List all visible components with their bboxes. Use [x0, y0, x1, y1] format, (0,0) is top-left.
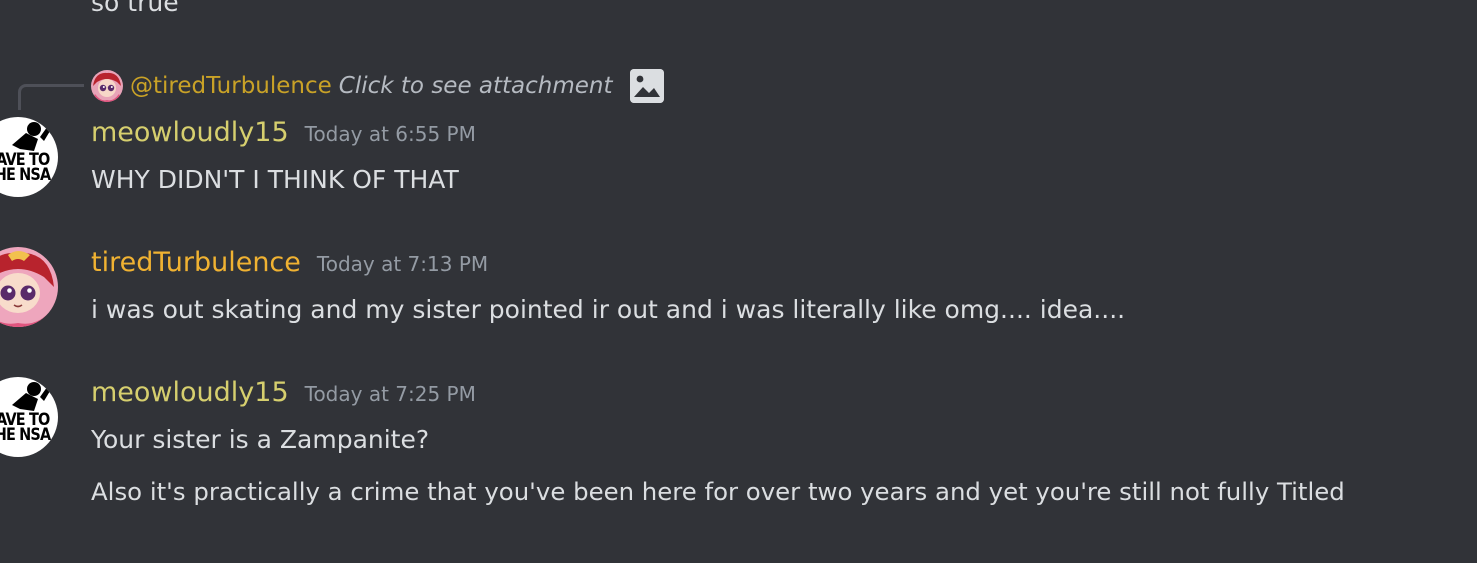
avatar-meowloudly15[interactable]: SAVE TOTHE NSA: [0, 377, 58, 457]
reply-avatar[interactable]: [91, 70, 123, 102]
message-text: Also it's practically a crime that you'v…: [91, 477, 1345, 506]
reply-attachment-link[interactable]: Click to see attachment: [339, 73, 613, 99]
avatar-text: SAVE TOTHE NSA: [0, 410, 51, 445]
username[interactable]: meowloudly15: [91, 377, 289, 408]
timestamp[interactable]: Today at 6:55 PM: [305, 122, 476, 146]
avatar-text: SAVE TOTHE NSA: [0, 150, 51, 185]
message-text: i was out skating and my sister pointed …: [91, 295, 1126, 324]
message-header: meowloudly15 Today at 6:55 PM: [91, 117, 476, 148]
image-icon: [629, 69, 664, 103]
reply-username[interactable]: @tiredTurbulence: [130, 73, 332, 99]
avatar-meowloudly15[interactable]: SAVE TOTHE NSA: [0, 117, 58, 197]
username[interactable]: meowloudly15: [91, 117, 289, 148]
message-text: Your sister is a Zampanite?: [91, 425, 430, 454]
message-text: WHY DIDN'T I THINK OF THAT: [91, 165, 459, 194]
message-header: meowloudly15 Today at 7:25 PM: [91, 377, 476, 408]
username[interactable]: tiredTurbulence: [91, 247, 301, 278]
previous-message-text: so true: [91, 0, 179, 17]
timestamp[interactable]: Today at 7:13 PM: [317, 252, 488, 276]
reply-connector: [18, 84, 84, 110]
message-header: tiredTurbulence Today at 7:13 PM: [91, 247, 488, 278]
avatar-tiredTurbulence[interactable]: [0, 247, 58, 327]
reply-reference[interactable]: @tiredTurbulence Click to see attachment: [91, 68, 664, 104]
timestamp[interactable]: Today at 7:25 PM: [305, 382, 476, 406]
